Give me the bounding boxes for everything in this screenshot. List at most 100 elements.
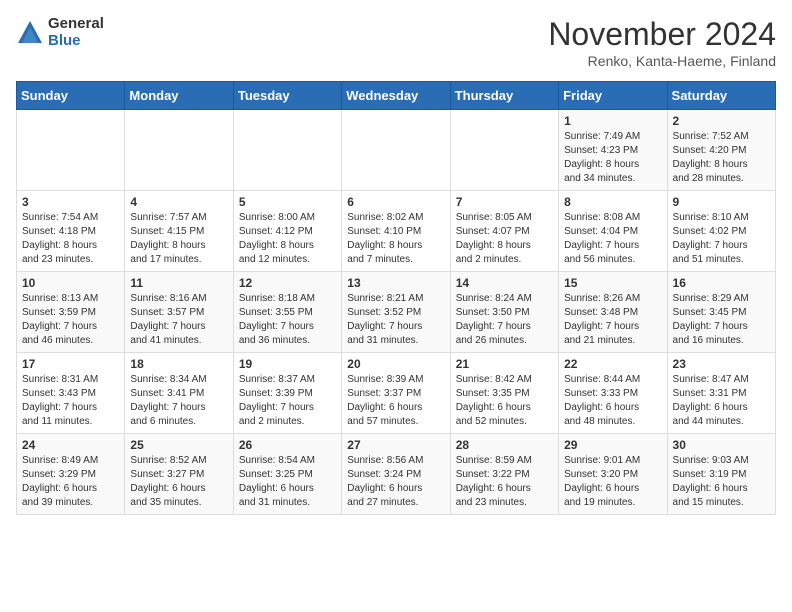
day-cell: 25 Sunrise: 8:52 AM Sunset: 3:27 PM Dayli… (125, 434, 233, 515)
day-cell: 26Sunrise: 8:54 AM Sunset: 3:25 PM Dayli… (233, 434, 341, 515)
day-cell: 8 Sunrise: 8:08 AM Sunset: 4:04 PM Daylig… (559, 191, 667, 272)
logo-icon (16, 19, 44, 47)
day-number: 12 (239, 276, 336, 290)
day-info: Sunrise: 7:49 AM Sunset: 4:23 PM Dayligh… (564, 130, 661, 186)
day-number: 17 (22, 357, 119, 371)
day-info: Sunrise: 8:56 AM Sunset: 3:24 PM Dayligh… (347, 454, 444, 510)
weekday-header-monday: Monday (125, 82, 233, 110)
day-number: 10 (22, 276, 119, 290)
day-cell: 7 Sunrise: 8:05 AM Sunset: 4:07 PM Daylig… (450, 191, 558, 272)
day-number: 2 (673, 114, 770, 128)
day-cell: 6 Sunrise: 8:02 AM Sunset: 4:10 PM Daylig… (342, 191, 450, 272)
day-info: Sunrise: 8:02 AM Sunset: 4:10 PM Dayligh… (347, 211, 444, 267)
day-info: Sunrise: 8:39 AM Sunset: 3:37 PM Dayligh… (347, 373, 444, 429)
day-cell: 22Sunrise: 8:44 AM Sunset: 3:33 PM Dayli… (559, 353, 667, 434)
day-cell (450, 110, 558, 191)
day-info: Sunrise: 7:52 AM Sunset: 4:20 PM Dayligh… (673, 130, 770, 186)
day-info: Sunrise: 8:37 AM Sunset: 3:39 PM Dayligh… (239, 373, 336, 429)
day-number: 9 (673, 195, 770, 209)
day-cell: 11 Sunrise: 8:16 AM Sunset: 3:57 PM Dayli… (125, 272, 233, 353)
day-cell: 16 Sunrise: 8:29 AM Sunset: 3:45 PM Dayli… (667, 272, 775, 353)
day-info: Sunrise: 8:08 AM Sunset: 4:04 PM Dayligh… (564, 211, 661, 267)
day-cell: 29Sunrise: 9:01 AM Sunset: 3:20 PM Dayli… (559, 434, 667, 515)
day-info: Sunrise: 8:34 AM Sunset: 3:41 PM Dayligh… (130, 373, 227, 429)
day-number: 22 (564, 357, 661, 371)
day-number: 8 (564, 195, 661, 209)
week-row-2: 3 Sunrise: 7:54 AM Sunset: 4:18 PM Daylig… (17, 191, 776, 272)
weekday-header-saturday: Saturday (667, 82, 775, 110)
day-cell: 1 Sunrise: 7:49 AM Sunset: 4:23 PM Daylig… (559, 110, 667, 191)
logo: General Blue (16, 16, 104, 49)
day-info: Sunrise: 8:18 AM Sunset: 3:55 PM Dayligh… (239, 292, 336, 348)
day-cell (17, 110, 125, 191)
day-cell: 17 Sunrise: 8:31 AM Sunset: 3:43 PM Dayli… (17, 353, 125, 434)
day-info: Sunrise: 7:57 AM Sunset: 4:15 PM Dayligh… (130, 211, 227, 267)
day-number: 1 (564, 114, 661, 128)
day-cell: 18 Sunrise: 8:34 AM Sunset: 3:41 PM Dayli… (125, 353, 233, 434)
month-title: November 2024 (548, 16, 776, 53)
week-row-3: 10 Sunrise: 8:13 AM Sunset: 3:59 PM Dayli… (17, 272, 776, 353)
day-cell: 2 Sunrise: 7:52 AM Sunset: 4:20 PM Daylig… (667, 110, 775, 191)
weekday-header-sunday: Sunday (17, 82, 125, 110)
day-number: 27 (347, 438, 444, 452)
day-cell: 21 Sunrise: 8:42 AM Sunset: 3:35 PM Dayli… (450, 353, 558, 434)
day-info: Sunrise: 8:00 AM Sunset: 4:12 PM Dayligh… (239, 211, 336, 267)
weekday-header-friday: Friday (559, 82, 667, 110)
weekday-header-wednesday: Wednesday (342, 82, 450, 110)
day-number: 7 (456, 195, 553, 209)
day-number: 6 (347, 195, 444, 209)
day-info: Sunrise: 8:59 AM Sunset: 3:22 PM Dayligh… (456, 454, 553, 510)
day-info: Sunrise: 7:54 AM Sunset: 4:18 PM Dayligh… (22, 211, 119, 267)
day-number: 16 (673, 276, 770, 290)
day-number: 23 (673, 357, 770, 371)
day-info: Sunrise: 8:05 AM Sunset: 4:07 PM Dayligh… (456, 211, 553, 267)
day-cell (342, 110, 450, 191)
day-info: Sunrise: 8:47 AM Sunset: 3:31 PM Dayligh… (673, 373, 770, 429)
day-cell (233, 110, 341, 191)
day-info: Sunrise: 8:21 AM Sunset: 3:52 PM Dayligh… (347, 292, 444, 348)
day-cell: 13 Sunrise: 8:21 AM Sunset: 3:52 PM Dayli… (342, 272, 450, 353)
day-cell: 28 Sunrise: 8:59 AM Sunset: 3:22 PM Dayli… (450, 434, 558, 515)
day-number: 13 (347, 276, 444, 290)
day-info: Sunrise: 8:26 AM Sunset: 3:48 PM Dayligh… (564, 292, 661, 348)
day-number: 24 (22, 438, 119, 452)
day-cell: 23 Sunrise: 8:47 AM Sunset: 3:31 PM Dayli… (667, 353, 775, 434)
day-cell: 12 Sunrise: 8:18 AM Sunset: 3:55 PM Dayli… (233, 272, 341, 353)
day-info: Sunrise: 8:16 AM Sunset: 3:57 PM Dayligh… (130, 292, 227, 348)
logo-blue-text: Blue (48, 33, 104, 50)
day-number: 11 (130, 276, 227, 290)
day-number: 19 (239, 357, 336, 371)
day-cell: 15 Sunrise: 8:26 AM Sunset: 3:48 PM Dayli… (559, 272, 667, 353)
day-number: 5 (239, 195, 336, 209)
day-cell: 19 Sunrise: 8:37 AM Sunset: 3:39 PM Dayli… (233, 353, 341, 434)
day-cell: 10 Sunrise: 8:13 AM Sunset: 3:59 PM Dayli… (17, 272, 125, 353)
day-cell: 24 Sunrise: 8:49 AM Sunset: 3:29 PM Dayli… (17, 434, 125, 515)
day-cell: 9 Sunrise: 8:10 AM Sunset: 4:02 PM Daylig… (667, 191, 775, 272)
day-number: 26 (239, 438, 336, 452)
day-number: 28 (456, 438, 553, 452)
title-section: November 2024 Renko, Kanta-Haeme, Finlan… (548, 16, 776, 69)
day-info: Sunrise: 8:13 AM Sunset: 3:59 PM Dayligh… (22, 292, 119, 348)
logo-general-text: General (48, 16, 104, 33)
location-title: Renko, Kanta-Haeme, Finland (548, 53, 776, 69)
day-info: Sunrise: 8:10 AM Sunset: 4:02 PM Dayligh… (673, 211, 770, 267)
day-number: 15 (564, 276, 661, 290)
day-info: Sunrise: 8:29 AM Sunset: 3:45 PM Dayligh… (673, 292, 770, 348)
day-number: 18 (130, 357, 227, 371)
week-row-1: 1 Sunrise: 7:49 AM Sunset: 4:23 PM Daylig… (17, 110, 776, 191)
day-number: 25 (130, 438, 227, 452)
day-number: 30 (673, 438, 770, 452)
day-info: Sunrise: 8:52 AM Sunset: 3:27 PM Dayligh… (130, 454, 227, 510)
week-row-4: 17 Sunrise: 8:31 AM Sunset: 3:43 PM Dayli… (17, 353, 776, 434)
day-info: Sunrise: 8:31 AM Sunset: 3:43 PM Dayligh… (22, 373, 119, 429)
day-info: Sunrise: 8:42 AM Sunset: 3:35 PM Dayligh… (456, 373, 553, 429)
day-info: Sunrise: 8:49 AM Sunset: 3:29 PM Dayligh… (22, 454, 119, 510)
day-number: 21 (456, 357, 553, 371)
day-cell: 3 Sunrise: 7:54 AM Sunset: 4:18 PM Daylig… (17, 191, 125, 272)
day-number: 3 (22, 195, 119, 209)
day-cell: 5 Sunrise: 8:00 AM Sunset: 4:12 PM Daylig… (233, 191, 341, 272)
day-info: Sunrise: 8:24 AM Sunset: 3:50 PM Dayligh… (456, 292, 553, 348)
day-number: 4 (130, 195, 227, 209)
day-cell: 20Sunrise: 8:39 AM Sunset: 3:37 PM Dayli… (342, 353, 450, 434)
week-row-5: 24 Sunrise: 8:49 AM Sunset: 3:29 PM Dayli… (17, 434, 776, 515)
